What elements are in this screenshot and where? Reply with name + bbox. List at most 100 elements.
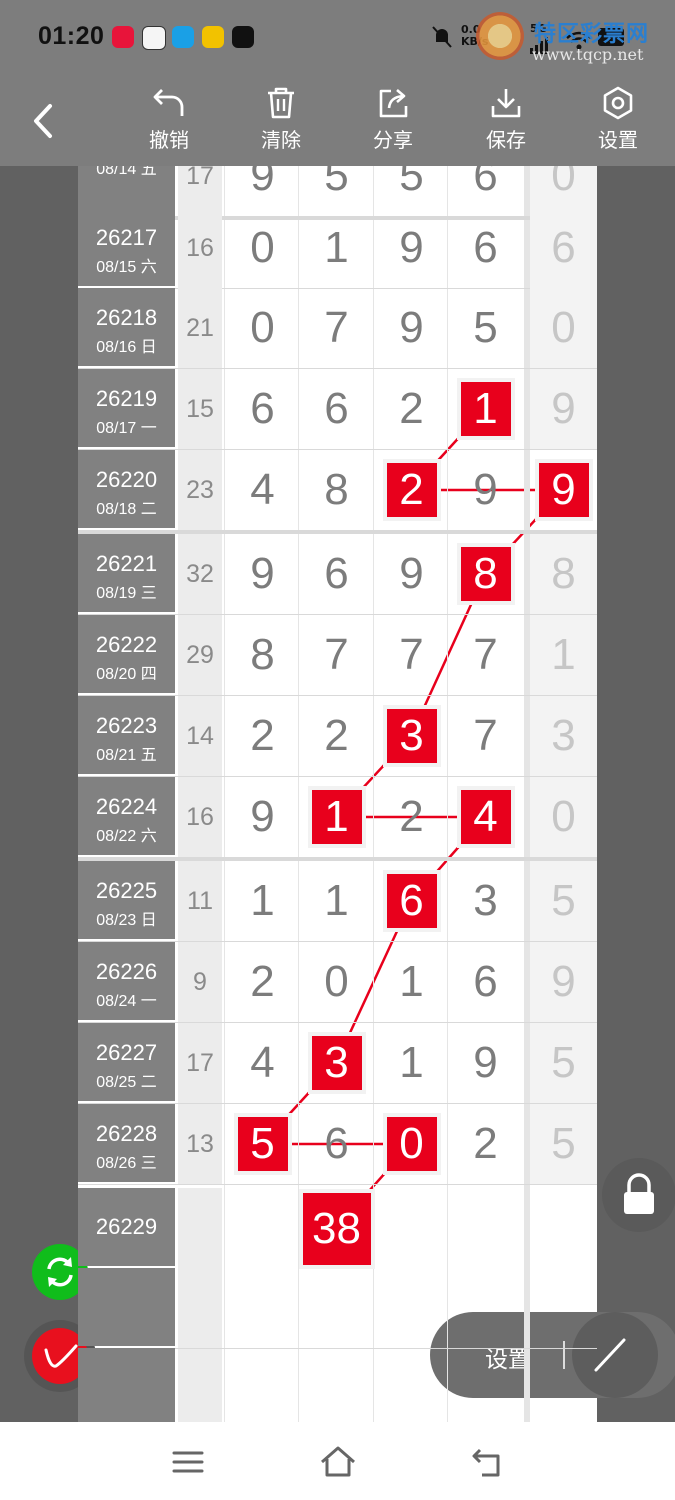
digit-value: 6: [324, 549, 349, 598]
issue-date: 08/24 一: [96, 993, 157, 1010]
digit[interactable]: 1: [300, 208, 373, 288]
row-divider: [78, 1184, 597, 1185]
digit[interactable]: 8: [300, 450, 373, 530]
digit[interactable]: 7: [375, 615, 448, 695]
app-icon-red: [112, 26, 134, 48]
share-button[interactable]: 分享: [353, 84, 433, 162]
tail-digit[interactable]: 8: [530, 534, 597, 614]
highlighted-digit[interactable]: 2: [375, 450, 448, 530]
digit-value: 4: [460, 790, 511, 844]
highlighted-digit[interactable]: 6: [375, 861, 448, 941]
digit[interactable]: 3: [449, 861, 522, 941]
digit[interactable]: 8: [226, 615, 299, 695]
empty-issue-cell: [78, 1268, 175, 1346]
highlighted-digit[interactable]: 8: [449, 534, 522, 614]
gear-icon: [603, 86, 633, 120]
digit[interactable]: 2: [449, 1104, 522, 1184]
digit[interactable]: 7: [300, 615, 373, 695]
tail-value: 3: [551, 711, 576, 760]
digit[interactable]: 1: [300, 861, 373, 941]
digit[interactable]: 9: [375, 208, 448, 288]
toolbar: 撤销 清除 分享 保存 设置: [0, 76, 675, 166]
digit[interactable]: 6: [300, 1104, 373, 1184]
digit[interactable]: 1: [375, 942, 448, 1022]
tail-digit[interactable]: 5: [530, 861, 597, 941]
digit[interactable]: 2: [300, 696, 373, 776]
digit[interactable]: 6: [300, 534, 373, 614]
digit-value: 8: [460, 547, 511, 601]
tail-digit[interactable]: 6: [530, 208, 597, 288]
digit[interactable]: 0: [226, 288, 299, 368]
trend-board[interactable]: 08/14 五 17 9 5 5 6 0 26217 08/15 六 16 0 1 9 6 6 26218 08…: [78, 166, 597, 1422]
digit[interactable]: 4: [226, 450, 299, 530]
digit[interactable]: 2: [375, 777, 448, 857]
tail-digit[interactable]: 0: [530, 777, 597, 857]
highlighted-tail-digit[interactable]: 9: [530, 450, 597, 530]
sum-value: 15: [178, 369, 222, 449]
save-button[interactable]: 保存: [466, 84, 546, 162]
highlighted-digit[interactable]: 4: [449, 777, 522, 857]
back-button[interactable]: [22, 98, 68, 144]
digit-value: 6: [386, 874, 437, 928]
digit[interactable]: 9: [226, 777, 299, 857]
app-icon-avatar: [142, 26, 166, 50]
digit[interactable]: 2: [226, 696, 299, 776]
clear-button[interactable]: 清除: [241, 84, 321, 162]
digit[interactable]: 9: [449, 450, 522, 530]
digit[interactable]: 6: [226, 369, 299, 449]
digit[interactable]: 1: [375, 1023, 448, 1103]
tail-digit[interactable]: 1: [530, 615, 597, 695]
menu-icon[interactable]: [168, 1442, 208, 1482]
tail-digit[interactable]: 5: [530, 1023, 597, 1103]
digit[interactable]: 9: [226, 534, 299, 614]
back-nav-icon[interactable]: [468, 1442, 508, 1482]
digit-value: 1: [324, 223, 349, 272]
digit[interactable]: 7: [449, 615, 522, 695]
digit[interactable]: 4: [226, 1023, 299, 1103]
digit-value: 9: [473, 1038, 498, 1087]
tail-digit[interactable]: 9: [530, 369, 597, 449]
highlighted-digit[interactable]: 0: [375, 1104, 448, 1184]
digit[interactable]: 0: [300, 942, 373, 1022]
digit[interactable]: 7: [300, 288, 373, 368]
digit-value: 5: [473, 303, 498, 352]
digit[interactable]: 9: [375, 288, 448, 368]
digit-value: 5: [399, 166, 424, 200]
tail-digit[interactable]: 3: [530, 696, 597, 776]
sum-value: 32: [178, 534, 222, 614]
empty-issue-cell: [78, 1348, 175, 1422]
digit[interactable]: 0: [226, 208, 299, 288]
digit-value: 7: [473, 711, 498, 760]
tail-value: 5: [551, 1038, 576, 1087]
highlighted-digit[interactable]: 1: [449, 369, 522, 449]
highlighted-digit[interactable]: 5: [226, 1104, 299, 1184]
lock-button[interactable]: [602, 1158, 675, 1232]
highlighted-digit[interactable]: 3: [300, 1023, 373, 1103]
tail-value: 9: [551, 957, 576, 1006]
tail-digit[interactable]: 0: [530, 288, 597, 368]
home-icon[interactable]: [318, 1442, 358, 1482]
lock-icon: [624, 1173, 654, 1214]
issue-date: 08/25 二: [96, 1074, 157, 1091]
digit[interactable]: 7: [449, 696, 522, 776]
tail-digit[interactable]: 5: [530, 1104, 597, 1184]
tail-value: 6: [551, 223, 576, 272]
digit[interactable]: 2: [226, 942, 299, 1022]
settings-button[interactable]: 设置: [578, 84, 658, 162]
digit[interactable]: 1: [226, 861, 299, 941]
digit[interactable]: 9: [375, 534, 448, 614]
prediction-marker[interactable]: 38: [300, 1191, 373, 1267]
undo-button[interactable]: 撤销: [129, 84, 209, 162]
digit[interactable]: 6: [449, 942, 522, 1022]
digit-value: 9: [399, 303, 424, 352]
digit[interactable]: 6: [449, 208, 522, 288]
highlighted-digit[interactable]: 1: [300, 777, 373, 857]
next-issue-cell: 26229: [78, 1188, 175, 1266]
digit[interactable]: 9: [449, 1023, 522, 1103]
digit[interactable]: 6: [300, 369, 373, 449]
digit[interactable]: 5: [449, 288, 522, 368]
highlighted-digit[interactable]: 3: [375, 696, 448, 776]
digit[interactable]: 2: [375, 369, 448, 449]
watermark-logo-icon: [476, 12, 524, 60]
tail-digit[interactable]: 9: [530, 942, 597, 1022]
